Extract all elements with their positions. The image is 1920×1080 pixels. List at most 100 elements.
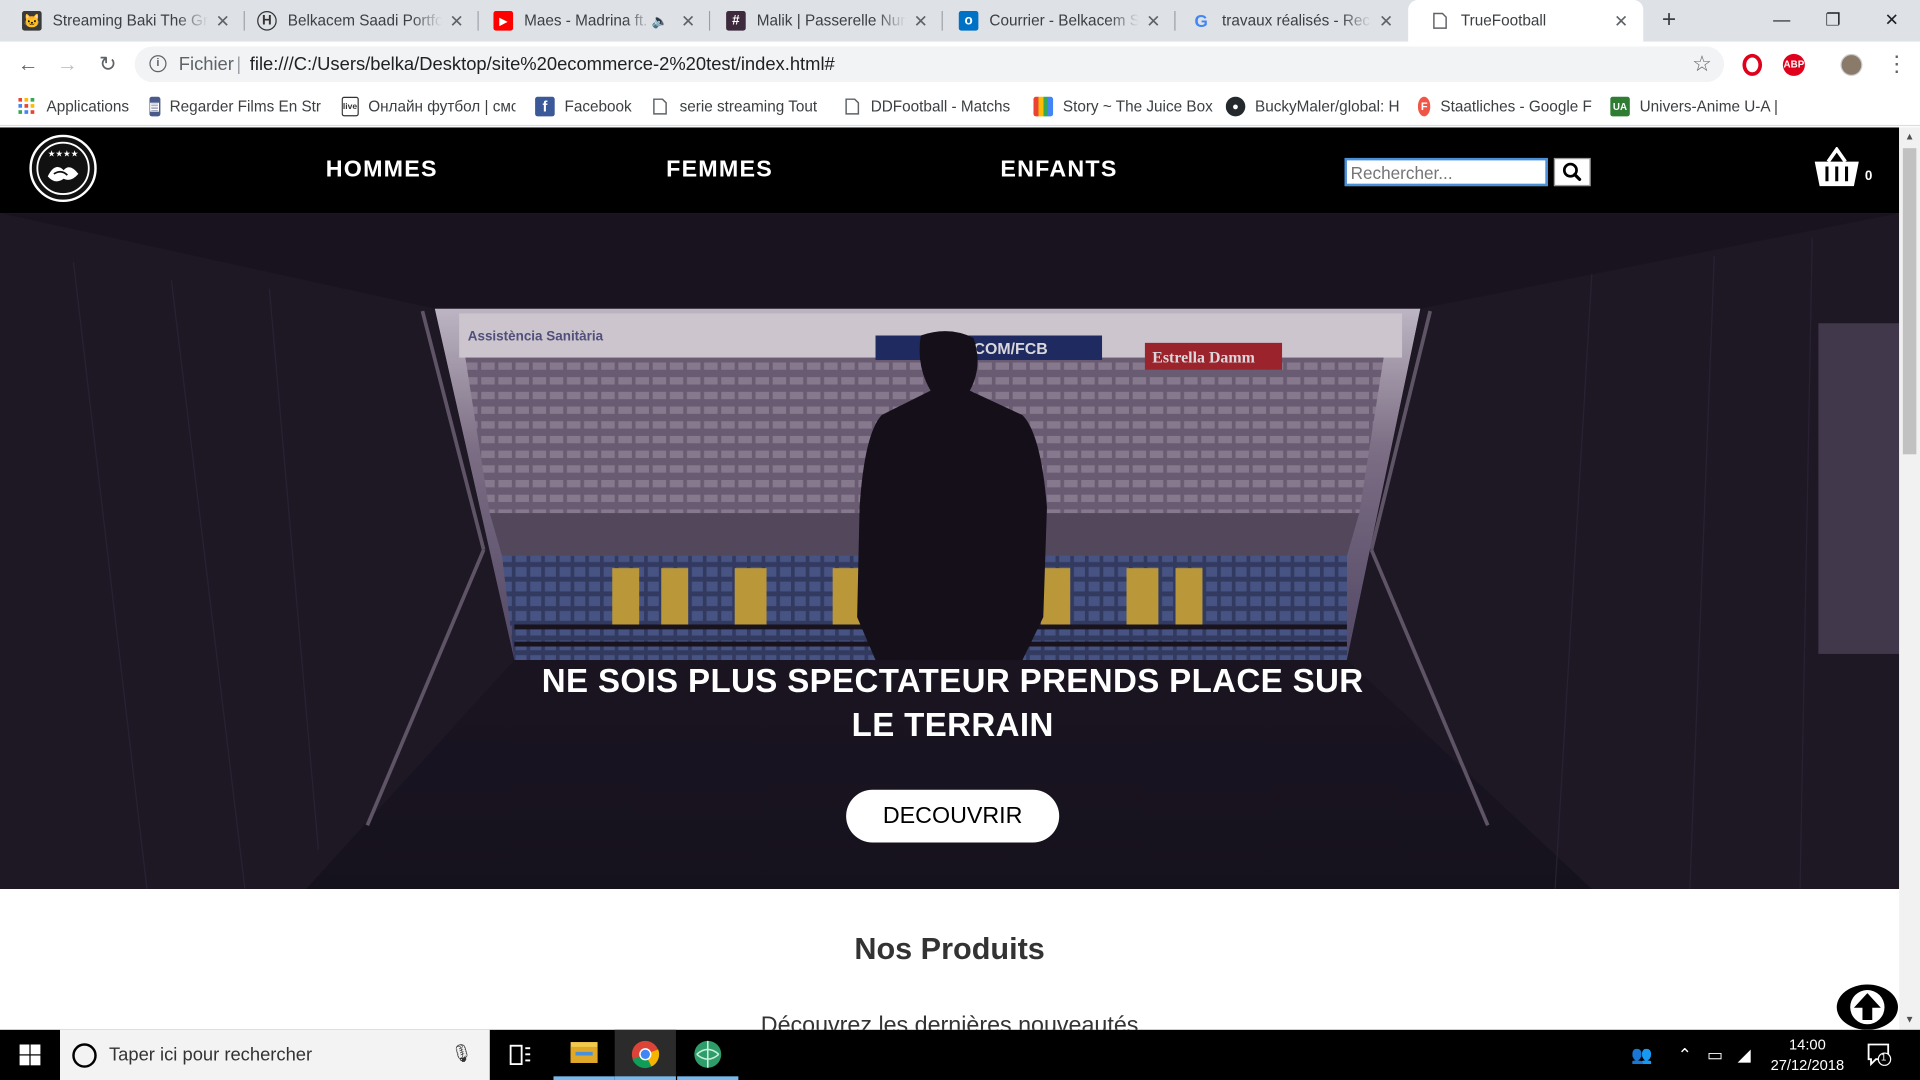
bookmark-films[interactable]: ▤ Regarder Films En Str <box>149 96 321 118</box>
close-tab-icon[interactable]: ✕ <box>678 10 698 31</box>
chrome-taskbar-button[interactable] <box>614 1029 676 1080</box>
folder-icon <box>570 1042 598 1063</box>
bookmark-live-football[interactable]: live Онлайн футбол | смс <box>341 96 516 118</box>
hash-favicon-icon: # <box>726 11 746 31</box>
basket-icon <box>1814 146 1859 187</box>
colorful-bookmark-icon <box>1033 96 1054 117</box>
taskbar-clock[interactable]: 14:00 27/12/2018 <box>1763 1035 1851 1077</box>
tab-outlook[interactable]: o Courrier - Belkacem Sa ✕ <box>937 0 1176 42</box>
nav-link-hommes[interactable]: HOMMES <box>326 157 438 184</box>
page-icon <box>650 97 670 117</box>
forward-button[interactable]: → <box>54 51 81 78</box>
close-window-button[interactable]: ✕ <box>1864 0 1920 39</box>
bookmark-univers-anime[interactable]: UA Univers-Anime U-A | <box>1610 96 1781 118</box>
bookmark-label: serie streaming Tout <box>679 97 818 116</box>
tab-google-search[interactable]: G travaux réalisés - Reche ✕ <box>1169 0 1408 42</box>
tab-title: Malik | Passerelle Num <box>756 12 907 30</box>
adblock-extension-icon[interactable]: ABP <box>1782 53 1805 76</box>
bookmark-star-icon[interactable]: ☆ <box>1692 51 1712 77</box>
tab-title: Maes - Madrina ft. <box>524 12 648 30</box>
reload-button[interactable]: ↻ <box>94 51 121 78</box>
close-tab-icon[interactable]: ✕ <box>447 10 467 31</box>
bookmark-facebook[interactable]: f Facebook <box>535 96 632 118</box>
tab-title: travaux réalisés - Reche <box>1222 12 1372 30</box>
wifi-icon[interactable]: ◢ <box>1738 1044 1751 1065</box>
search-button[interactable] <box>1553 157 1591 187</box>
scrollbar-thumb[interactable] <box>1902 148 1917 455</box>
bookmark-juice-box[interactable]: Story ~ The Juice Box <box>1033 96 1213 118</box>
close-tab-icon[interactable]: ✕ <box>911 10 931 31</box>
speaker-icon[interactable]: 🔈 <box>652 13 669 29</box>
portfolio-favicon-icon: H <box>257 11 277 31</box>
bookmark-applications[interactable]: Applications <box>17 96 129 118</box>
bookmark-label: Applications <box>46 97 130 116</box>
bookmark-github[interactable]: ● BuckyMaler/global: H <box>1225 96 1400 118</box>
file-explorer-taskbar-button[interactable] <box>553 1030 615 1080</box>
close-tab-icon[interactable]: ✕ <box>1376 10 1396 31</box>
notifications-button[interactable]: 1 <box>1866 1042 1893 1067</box>
search-input[interactable] <box>1344 157 1548 187</box>
tab-title: TrueFootball <box>1460 12 1547 30</box>
minimize-button[interactable]: — <box>1753 0 1809 39</box>
cart-button[interactable] <box>1813 146 1860 195</box>
address-bar[interactable]: i Fichier | file:///C:/Users/belka/Deskt… <box>134 46 1725 83</box>
start-button[interactable] <box>0 1030 60 1080</box>
tab-youtube-maes[interactable]: ▶ Maes - Madrina ft. 🔈 ✕ <box>471 0 711 42</box>
browser-menu-icon[interactable]: ⋮ <box>1886 51 1908 75</box>
bookmark-label: Regarder Films En Str <box>169 97 321 116</box>
tab-streaming-baki[interactable]: 🐱 Streaming Baki The Gra ✕ <box>0 0 245 42</box>
windows-logo-icon <box>19 1044 41 1066</box>
chrome-icon <box>631 1040 660 1069</box>
arrow-up-icon <box>1850 990 1885 1025</box>
apps-grid-icon <box>17 97 37 117</box>
profile-avatar[interactable] <box>1840 53 1863 76</box>
cart-count-badge: 0 <box>1864 168 1873 184</box>
clock-date: 27/12/2018 <box>1770 1056 1845 1074</box>
info-icon[interactable]: i <box>149 55 167 73</box>
facebook-icon: f <box>535 96 555 117</box>
notification-count: 1 <box>1880 1051 1887 1063</box>
discover-button[interactable]: DECOUVRIR <box>846 789 1060 843</box>
opera-extension-icon[interactable] <box>1742 53 1763 76</box>
scroll-up-arrow-icon[interactable]: ▲ <box>1899 127 1920 147</box>
url-text[interactable]: file:///C:/Users/belka/Desktop/site%20ec… <box>250 54 835 75</box>
nav-link-femmes[interactable]: FEMMES <box>666 157 773 184</box>
people-icon[interactable]: 👥 <box>1631 1044 1652 1065</box>
close-tab-icon[interactable]: ✕ <box>213 10 233 31</box>
battery-icon[interactable]: ▭ <box>1707 1044 1723 1065</box>
notification-center-icon <box>1867 1043 1892 1067</box>
new-tab-button[interactable]: + <box>1656 7 1683 34</box>
svg-text:★★★★: ★★★★ <box>48 150 79 160</box>
close-tab-icon[interactable]: ✕ <box>1144 10 1164 31</box>
tab-portfolio[interactable]: H Belkacem Saadi Portfoli ✕ <box>235 0 479 42</box>
scheme-label: Fichier <box>178 53 234 75</box>
site-logo[interactable]: ★★★★ <box>29 134 97 203</box>
globe-app-icon <box>694 1040 722 1068</box>
tab-passerelle[interactable]: # Malik | Passerelle Num ✕ <box>704 0 943 42</box>
github-icon: ● <box>1225 96 1246 117</box>
scroll-down-arrow-icon[interactable]: ▼ <box>1899 1010 1920 1030</box>
task-view-button[interactable] <box>490 1030 551 1080</box>
windows-taskbar: Taper ici pour rechercher 🎙 👥 ⌃ ▭ ◢ 14:0… <box>0 1029 1920 1080</box>
tab-truefootball[interactable]: TrueFootball ✕ <box>1408 0 1644 42</box>
page-favicon-icon <box>1430 11 1450 31</box>
bookmark-staatliches[interactable]: F Staatliches - Google F <box>1417 96 1592 118</box>
close-tab-icon[interactable]: ✕ <box>1611 10 1631 31</box>
page-icon <box>844 97 861 117</box>
stadium-tunnel-image: Assistència Sanitària COM/FCB Estrella D… <box>0 213 1900 889</box>
taskbar-search[interactable]: Taper ici pour rechercher 🎙 <box>60 1029 490 1080</box>
bookmark-ddfootball[interactable]: DDFootball - Matchs <box>844 96 1010 118</box>
tab-title: Belkacem Saadi Portfoli <box>287 12 443 30</box>
page-scrollbar[interactable]: ▲ ▼ <box>1899 127 1920 1030</box>
bookmark-label: Univers-Anime U-A | <box>1639 97 1778 116</box>
outlook-favicon-icon: o <box>958 11 979 31</box>
bookmark-serie-streaming[interactable]: serie streaming Tout <box>650 96 821 118</box>
back-to-top-button[interactable] <box>1836 984 1898 1030</box>
nav-link-enfants[interactable]: ENFANTS <box>1000 157 1117 184</box>
restore-button[interactable]: ❐ <box>1805 0 1861 39</box>
ua-bookmark-icon: UA <box>1610 96 1630 117</box>
show-hidden-icons-icon[interactable]: ⌃ <box>1678 1044 1692 1065</box>
microphone-icon[interactable]: 🎙 <box>451 1043 473 1064</box>
app-taskbar-button[interactable] <box>677 1030 739 1080</box>
back-button[interactable]: ← <box>15 51 42 78</box>
